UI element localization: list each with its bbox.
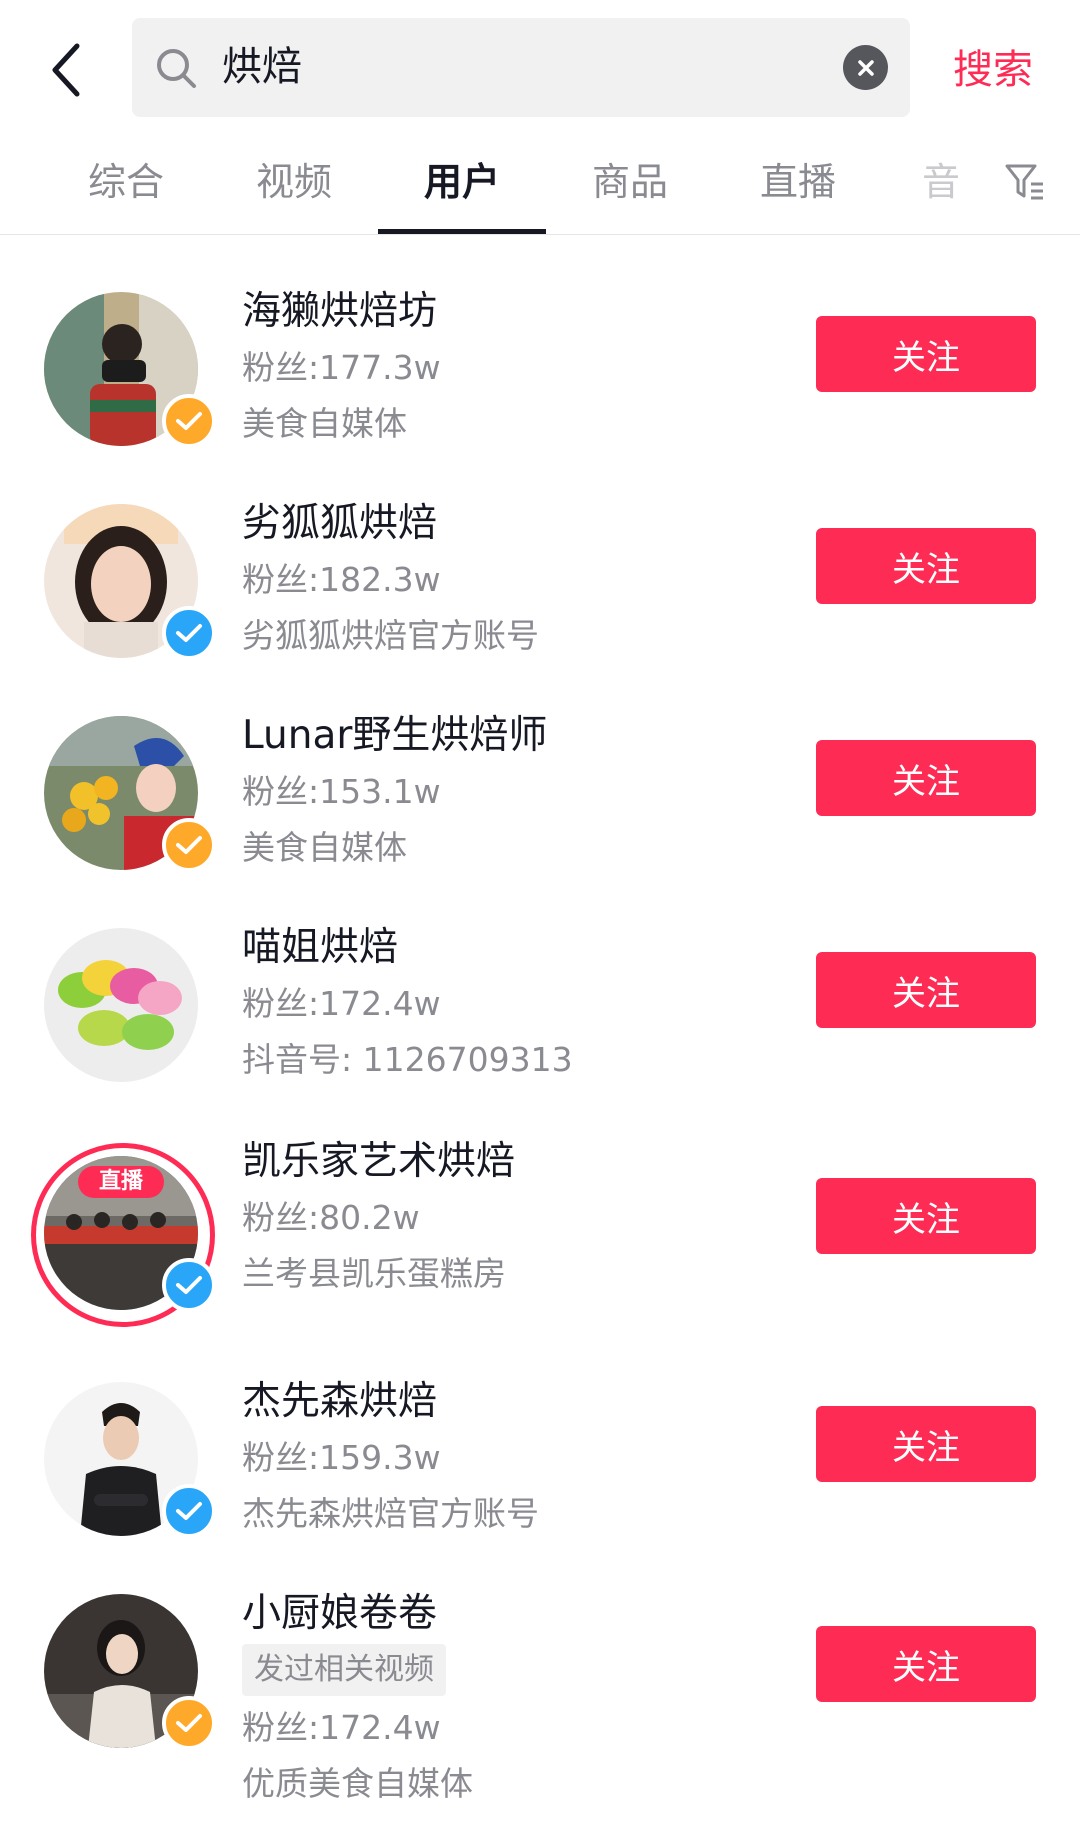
verified-badge <box>162 818 216 872</box>
checkmark-icon <box>176 1502 202 1520</box>
checkmark-icon <box>176 412 202 430</box>
result-tabs: 综合 视频 用户 商品 直播 音 <box>0 136 1080 235</box>
follow-button[interactable]: 关注 <box>816 1626 1036 1702</box>
avatar[interactable] <box>44 504 216 660</box>
user-description: 兰考县凯乐蛋糕房 <box>242 1254 506 1293</box>
user-row[interactable]: 小厨娘卷卷 发过相关视频 粉丝:172.4w 优质美食自媒体 关注 <box>0 1590 1080 1830</box>
follower-count: 粉丝:172.4w <box>242 1708 441 1747</box>
search-header: 烘焙 搜索 <box>0 0 1080 136</box>
avatar[interactable] <box>44 1594 216 1750</box>
user-info: 小厨娘卷卷 发过相关视频 粉丝:172.4w 优质美食自媒体 <box>242 1586 802 1812</box>
related-video-tag: 发过相关视频 <box>242 1644 446 1696</box>
live-badge: 直播 <box>78 1166 164 1198</box>
avatar[interactable]: 直播 <box>31 1143 216 1327</box>
user-info: 喵姐烘焙 粉丝:172.4w 抖音号: 1126709313 <box>242 920 802 1088</box>
follow-button[interactable]: 关注 <box>816 952 1036 1028</box>
search-query[interactable]: 烘焙 <box>222 18 302 117</box>
follower-count: 粉丝:80.2w <box>242 1198 420 1237</box>
checkmark-icon <box>176 1276 202 1294</box>
tab-general[interactable]: 综合 <box>42 136 210 234</box>
verified-badge <box>162 1484 216 1538</box>
avatar[interactable] <box>44 1382 216 1538</box>
user-description: 劣狐狐烘焙官方账号 <box>242 616 539 655</box>
user-info: 劣狐狐烘焙 粉丝:182.3w 劣狐狐烘焙官方账号 <box>242 496 802 664</box>
verified-badge <box>162 1696 216 1750</box>
user-description: 优质美食自媒体 <box>242 1764 473 1803</box>
user-name[interactable]: Lunar野生烘焙师 <box>242 708 802 764</box>
user-name[interactable]: 劣狐狐烘焙 <box>242 496 802 552</box>
checkmark-icon <box>176 1714 202 1732</box>
user-row[interactable]: 海獭烘焙坊 粉丝:177.3w 美食自媒体 关注 <box>0 288 1080 468</box>
user-info: 杰先森烘焙 粉丝:159.3w 杰先森烘焙官方账号 <box>242 1374 802 1542</box>
search-input[interactable]: 烘焙 <box>132 18 910 117</box>
user-name[interactable]: 海獭烘焙坊 <box>242 284 802 340</box>
avatar[interactable] <box>44 716 216 872</box>
verified-badge <box>162 1258 216 1312</box>
user-description: 美食自媒体 <box>242 404 407 443</box>
tab-videos[interactable]: 视频 <box>210 136 378 234</box>
back-button[interactable] <box>40 40 92 100</box>
follower-count: 粉丝:172.4w <box>242 984 441 1023</box>
follow-button[interactable]: 关注 <box>816 528 1036 604</box>
avatar[interactable] <box>44 928 198 1082</box>
user-name[interactable]: 喵姐烘焙 <box>242 920 802 976</box>
user-name[interactable]: 杰先森烘焙 <box>242 1374 802 1430</box>
tab-users[interactable]: 用户 <box>378 136 546 234</box>
user-name[interactable]: 小厨娘卷卷 <box>242 1586 802 1642</box>
user-row[interactable]: 直播 凯乐家艺术烘焙 粉丝:80.2w 兰考县凯乐蛋糕房 关注 <box>0 1136 1080 1336</box>
user-row[interactable]: 杰先森烘焙 粉丝:159.3w 杰先森烘焙官方账号 关注 <box>0 1378 1080 1558</box>
filter-icon[interactable] <box>1003 160 1047 204</box>
user-row[interactable]: 劣狐狐烘焙 粉丝:182.3w 劣狐狐烘焙官方账号 关注 <box>0 500 1080 680</box>
tab-live[interactable]: 直播 <box>714 136 882 234</box>
follower-count: 粉丝:177.3w <box>242 348 441 387</box>
tab-products[interactable]: 商品 <box>546 136 714 234</box>
checkmark-icon <box>176 836 202 854</box>
follower-count: 粉丝:159.3w <box>242 1438 441 1477</box>
avatar-image <box>44 928 198 1082</box>
avatar[interactable] <box>44 292 216 448</box>
chevron-left-icon <box>52 43 80 97</box>
user-row[interactable]: Lunar野生烘焙师 粉丝:153.1w 美食自媒体 关注 <box>0 712 1080 892</box>
follow-button[interactable]: 关注 <box>816 1178 1036 1254</box>
close-icon <box>857 59 874 76</box>
follower-count: 粉丝:153.1w <box>242 772 441 811</box>
follower-count: 粉丝:182.3w <box>242 560 441 599</box>
user-info: Lunar野生烘焙师 粉丝:153.1w 美食自媒体 <box>242 708 802 876</box>
search-button[interactable]: 搜索 <box>953 40 1033 100</box>
user-row[interactable]: 喵姐烘焙 粉丝:172.4w 抖音号: 1126709313 关注 <box>0 924 1080 1104</box>
user-description: 抖音号: 1126709313 <box>242 1040 573 1079</box>
user-description: 杰先森烘焙官方账号 <box>242 1494 539 1533</box>
follow-button[interactable]: 关注 <box>816 740 1036 816</box>
checkmark-icon <box>176 624 202 642</box>
user-info: 凯乐家艺术烘焙 粉丝:80.2w 兰考县凯乐蛋糕房 <box>242 1134 802 1302</box>
verified-badge <box>162 606 216 660</box>
user-name[interactable]: 凯乐家艺术烘焙 <box>242 1134 802 1190</box>
verified-badge <box>162 394 216 448</box>
clear-search-button[interactable] <box>843 45 888 90</box>
user-info: 海獭烘焙坊 粉丝:177.3w 美食自媒体 <box>242 284 802 452</box>
user-description: 美食自媒体 <box>242 828 407 867</box>
follow-button[interactable]: 关注 <box>816 316 1036 392</box>
follow-button[interactable]: 关注 <box>816 1406 1036 1482</box>
search-icon <box>157 49 196 88</box>
